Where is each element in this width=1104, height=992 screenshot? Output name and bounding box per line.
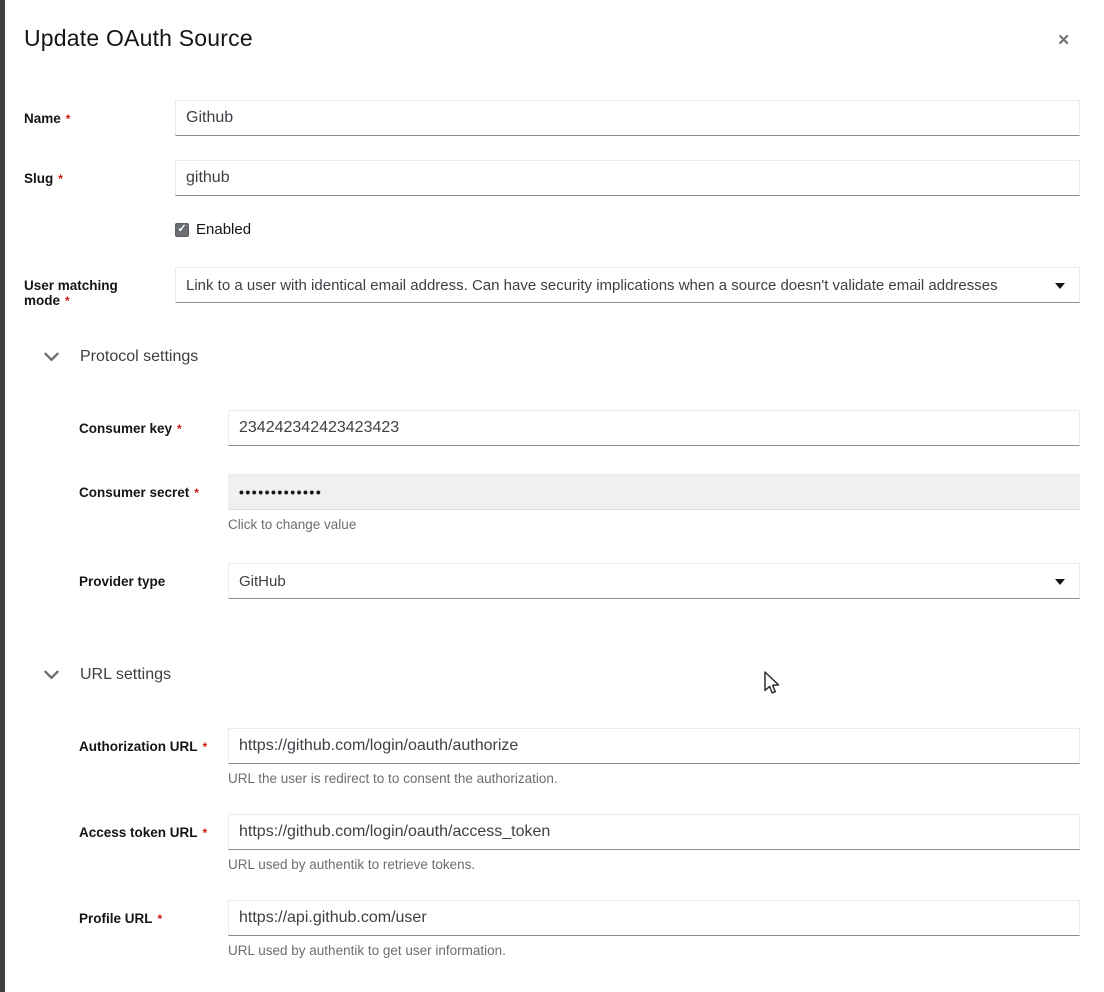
oauth-source-form: Name * Slug * ✓ Enabled User matching mode… bbox=[24, 100, 1080, 958]
name-label: Name * bbox=[24, 100, 175, 136]
name-input[interactable] bbox=[175, 100, 1080, 136]
page-edge-strip bbox=[0, 0, 5, 992]
enabled-checkbox-label[interactable]: ✓ Enabled bbox=[175, 221, 251, 238]
required-asterisk: * bbox=[202, 740, 207, 754]
profile-url-row: Profile URL * URL used by authentik to ge… bbox=[79, 900, 1080, 958]
caret-down-icon bbox=[1055, 283, 1065, 289]
modal-header: Update OAuth Source ✕ bbox=[24, 25, 1080, 52]
provider-type-value: GitHub bbox=[239, 573, 286, 590]
user-matching-mode-row: User matching mode* Link to a user with … bbox=[24, 267, 1080, 308]
authorization-url-input[interactable] bbox=[228, 728, 1080, 764]
consumer-secret-row: Consumer secret * Click to change value bbox=[79, 474, 1080, 532]
slug-row: Slug * bbox=[24, 160, 1080, 196]
required-asterisk: * bbox=[58, 172, 63, 186]
required-asterisk: * bbox=[194, 486, 199, 500]
required-asterisk: * bbox=[65, 294, 70, 308]
chevron-down-icon[interactable] bbox=[44, 351, 59, 363]
consumer-secret-label-text: Consumer secret bbox=[79, 485, 189, 500]
slug-label: Slug * bbox=[24, 160, 175, 196]
profile-url-label: Profile URL * bbox=[79, 900, 228, 958]
chevron-down-icon[interactable] bbox=[44, 669, 59, 681]
slug-input[interactable] bbox=[175, 160, 1080, 196]
authorization-url-label: Authorization URL * bbox=[79, 728, 228, 786]
enabled-label-text: Enabled bbox=[196, 221, 251, 238]
consumer-key-input[interactable] bbox=[228, 410, 1080, 446]
provider-type-row: Provider type GitHub bbox=[79, 563, 1080, 599]
consumer-key-label: Consumer key * bbox=[79, 410, 228, 446]
authorization-url-hint: URL the user is redirect to to consent t… bbox=[228, 771, 1080, 786]
required-asterisk: * bbox=[158, 912, 163, 926]
protocol-settings-header: Protocol settings bbox=[44, 348, 1080, 366]
slug-label-text: Slug bbox=[24, 171, 53, 186]
provider-type-select[interactable]: GitHub bbox=[228, 563, 1080, 599]
provider-type-label: Provider type bbox=[79, 563, 228, 599]
authorization-url-label-text: Authorization URL bbox=[79, 739, 197, 754]
user-matching-mode-label: User matching mode* bbox=[24, 267, 175, 308]
close-icon[interactable]: ✕ bbox=[1051, 29, 1076, 52]
consumer-secret-hint: Click to change value bbox=[228, 517, 1080, 532]
provider-type-label-text: Provider type bbox=[79, 574, 165, 589]
authorization-url-row: Authorization URL * URL the user is redir… bbox=[79, 728, 1080, 786]
name-row: Name * bbox=[24, 100, 1080, 136]
user-matching-mode-select[interactable]: Link to a user with identical email addr… bbox=[175, 267, 1080, 303]
required-asterisk: * bbox=[177, 422, 182, 436]
page-title: Update OAuth Source bbox=[24, 25, 253, 52]
url-settings-title: URL settings bbox=[80, 666, 171, 684]
access-token-url-row: Access token URL * URL used by authentik … bbox=[79, 814, 1080, 872]
caret-down-icon bbox=[1055, 579, 1065, 585]
consumer-secret-label: Consumer secret * bbox=[79, 474, 228, 532]
checked-checkbox-icon[interactable]: ✓ bbox=[175, 223, 189, 237]
required-asterisk: * bbox=[66, 112, 71, 126]
protocol-settings-title: Protocol settings bbox=[80, 348, 198, 366]
url-settings-header: URL settings bbox=[44, 666, 1080, 684]
name-label-text: Name bbox=[24, 111, 61, 126]
consumer-key-label-text: Consumer key bbox=[79, 421, 172, 436]
enabled-row: ✓ Enabled bbox=[24, 221, 1080, 238]
access-token-url-label: Access token URL * bbox=[79, 814, 228, 872]
required-asterisk: * bbox=[203, 826, 208, 840]
profile-url-input[interactable] bbox=[228, 900, 1080, 936]
update-oauth-source-modal: Update OAuth Source ✕ Name * Slug * ✓ Enab… bbox=[0, 0, 1104, 958]
access-token-url-label-text: Access token URL bbox=[79, 825, 198, 840]
profile-url-label-text: Profile URL bbox=[79, 911, 153, 926]
profile-url-hint: URL used by authentik to get user inform… bbox=[228, 943, 1080, 958]
access-token-url-hint: URL used by authentik to retrieve tokens… bbox=[228, 857, 1080, 872]
user-matching-mode-label-text: User matching mode bbox=[24, 278, 118, 308]
consumer-key-row: Consumer key * bbox=[79, 410, 1080, 446]
consumer-secret-input[interactable] bbox=[228, 474, 1080, 510]
access-token-url-input[interactable] bbox=[228, 814, 1080, 850]
user-matching-mode-value: Link to a user with identical email addr… bbox=[186, 277, 998, 294]
